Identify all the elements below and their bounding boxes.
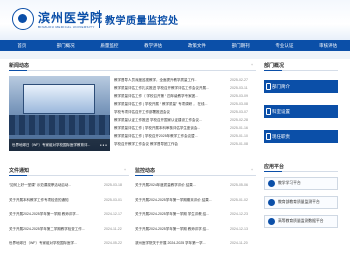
nav-journal[interactable]: 部门期刊 bbox=[219, 40, 263, 51]
platform-section-title: 应用平台 bbox=[264, 164, 285, 170]
platform-item-label: 高等教育质量监测数据平台 bbox=[278, 219, 324, 223]
news-date-2: 2025-03-11 bbox=[230, 86, 248, 90]
news-date-5: 2025-03-07 bbox=[230, 110, 248, 114]
news-item-8[interactable]: 教学质量评估工作 | 学校召开2025年教学工作会议暨... bbox=[114, 134, 224, 139]
news-image-caption[interactable]: 世界地球日（WF）专家组对学校国际医学教育评... bbox=[9, 139, 110, 151]
monitor-divider-accent bbox=[135, 175, 153, 176]
news-item-6[interactable]: 教学质量认证工作推进 学校召开国家认证建设工作会议... bbox=[114, 118, 224, 123]
news-section-title: 新闻动态 bbox=[9, 63, 30, 69]
notices-section-title: 文件通知 bbox=[9, 168, 30, 174]
news-date-9: 2025-01-08 bbox=[230, 142, 248, 146]
clipboard-icon bbox=[266, 133, 271, 140]
platform-item-label: 教育部教育质量监测平台 bbox=[278, 200, 320, 204]
news-item-5[interactable]: 学校专项评估召开工作部署推进会议 bbox=[114, 110, 224, 115]
monitor-item-1[interactable]: 关于开展2024年度质量教学评价 结果... bbox=[135, 183, 224, 188]
platform-icon bbox=[268, 218, 275, 225]
news-item-1[interactable]: 教学督导人员深度巡视教学，全面提升教学质量工作.. bbox=[114, 78, 224, 83]
monitor-divider bbox=[135, 175, 256, 176]
monitor-section-title: 监控动态 bbox=[135, 168, 156, 174]
news-date-8: 2025-01-10 bbox=[230, 134, 248, 138]
monitor-item-3[interactable]: 关于开展2024-2025学年第一学期 学生评教 结... bbox=[135, 212, 224, 217]
notice-item-5[interactable]: 世界地球日（WF）专家组对学校国际医学... bbox=[9, 241, 97, 246]
news-date-6: 2025-02-28 bbox=[230, 118, 248, 122]
site-title: 教学质量监控处 bbox=[105, 16, 179, 27]
notice-item-2[interactable]: 关于开展本科教学工作专项检查的通知 bbox=[9, 198, 97, 203]
news-date-4: 2025-03-08 bbox=[230, 102, 248, 106]
notice-item-1[interactable]: “如何上好一堂课” 示范课观摩活动启动... bbox=[9, 183, 97, 188]
monitor-date-1: 2025-05-06 bbox=[230, 183, 248, 187]
nav-policy[interactable]: 政策文件 bbox=[175, 40, 219, 51]
logo-chinese-name: 滨州医学院 bbox=[38, 11, 104, 25]
audience bbox=[9, 115, 110, 135]
nav-home[interactable]: 首页 bbox=[0, 40, 44, 51]
overview-section-title: 部门概况 bbox=[264, 63, 285, 69]
departments-button[interactable]: 科室设置 bbox=[264, 105, 338, 118]
notice-date-5: 2024-05-22 bbox=[104, 241, 122, 245]
platform-teaching-learning[interactable]: 教学学习平台 bbox=[264, 177, 338, 190]
monitor-date-3: 2024-12-23 bbox=[230, 212, 248, 216]
monitor-item-2[interactable]: 关于开展2024-2025学年第一学期期末评价 结果... bbox=[135, 198, 224, 203]
news-divider bbox=[9, 70, 256, 71]
intro-button-label: 部门简介 bbox=[272, 84, 290, 89]
nav-certification[interactable]: 专业认证 bbox=[263, 40, 307, 51]
notices-divider bbox=[9, 175, 129, 176]
news-more-link[interactable]: + bbox=[251, 63, 253, 67]
notice-date-3: 2024-12-17 bbox=[104, 212, 122, 216]
platform-icon bbox=[268, 199, 275, 206]
news-item-9[interactable]: 学校召开教学工作会议 教学督导团工作会 bbox=[114, 142, 224, 147]
platform-moe-monitoring[interactable]: 教育部教育质量监测平台 bbox=[264, 196, 338, 209]
news-divider-accent bbox=[9, 70, 27, 71]
org-chart-icon bbox=[266, 108, 271, 115]
monitor-item-5[interactable]: 滨州医学院关于开展 2024-2025 学年第一学... bbox=[135, 241, 224, 246]
platform-icon bbox=[268, 180, 275, 187]
news-feature-image[interactable]: 世界地球日（WF）专家组对学校国际医学教育评... ● ● ● bbox=[9, 76, 110, 151]
platform-quality-data[interactable]: 高等教育质量监测数据平台 bbox=[264, 215, 338, 228]
notices-divider-accent bbox=[9, 175, 27, 176]
platform-item-label: 教学学习平台 bbox=[278, 181, 301, 185]
monitor-date-2: 2025-01-02 bbox=[230, 198, 248, 202]
carousel-dots[interactable]: ● ● ● bbox=[100, 143, 107, 147]
intro-button[interactable]: 部门简介 bbox=[264, 80, 338, 93]
monitor-item-4[interactable]: 关于开展2024-2025学年第一学期 教师评学 结... bbox=[135, 227, 224, 232]
notice-date-1: 2025-03-18 bbox=[104, 183, 122, 187]
news-item-4[interactable]: 教学质量评估工作 | 学校开展 “ 教学质量” 专项调研 ， 在线... bbox=[114, 102, 224, 107]
platform-divider-accent bbox=[264, 171, 282, 172]
notices-more-link[interactable]: + bbox=[124, 168, 126, 172]
university-seal-logo[interactable] bbox=[12, 8, 34, 30]
nav-overview[interactable]: 部门概况 bbox=[44, 40, 88, 51]
monitor-date-5: 2024-11-20 bbox=[230, 241, 248, 245]
main-nav: 首页 部门概况 质量监控 教学评估 政策文件 部门期刊 专业认证 审核评估 bbox=[0, 40, 350, 51]
news-date-3: 2025-03-09 bbox=[230, 94, 248, 98]
stage-screen bbox=[23, 84, 95, 114]
monitor-date-4: 2024-12-13 bbox=[230, 227, 248, 231]
duties-button-label: 现任职责 bbox=[272, 134, 290, 139]
notice-item-3[interactable]: 关于开展2024-2025学年第一学期 教师评学... bbox=[9, 212, 97, 217]
news-date-7: 2025-01-16 bbox=[230, 126, 248, 130]
logo-english-name: BINZHOU MEDICAL UNIVERSITY bbox=[38, 25, 95, 29]
notice-item-4[interactable]: 关于开展2024-2025学年第二学期教学检查工作... bbox=[9, 227, 97, 232]
nav-evaluation[interactable]: 教学评估 bbox=[131, 40, 175, 51]
overview-divider-accent bbox=[264, 70, 282, 71]
banner-strip bbox=[0, 51, 350, 59]
news-date-1: 2025-02-27 bbox=[230, 78, 248, 82]
departments-button-label: 科室设置 bbox=[272, 109, 290, 114]
news-item-2[interactable]: 教学质量评估工作扎实推进 学校召开教学评估工作会议开展... bbox=[114, 86, 224, 91]
logo-divider bbox=[99, 10, 100, 28]
notice-date-4: 2024-11-22 bbox=[104, 227, 122, 231]
site-header: 滨州医学院 BINZHOU MEDICAL UNIVERSITY 教学质量监控处 bbox=[0, 0, 350, 40]
notice-date-2: 2025-03-01 bbox=[104, 198, 122, 202]
news-item-7[interactable]: 教学质量评估工作 | 学校开展本科审核评估学生座谈会... bbox=[114, 126, 224, 131]
nav-audit[interactable]: 审核评估 bbox=[306, 40, 350, 51]
news-item-3[interactable]: 教学质量评估工作（ 学校召开第 “ 四年级教学专家团... bbox=[114, 94, 224, 99]
monitor-more-link[interactable]: + bbox=[251, 168, 253, 172]
nav-quality-monitor[interactable]: 质量监控 bbox=[88, 40, 132, 51]
duties-button[interactable]: 现任职责 bbox=[264, 130, 338, 143]
document-icon bbox=[266, 83, 271, 90]
